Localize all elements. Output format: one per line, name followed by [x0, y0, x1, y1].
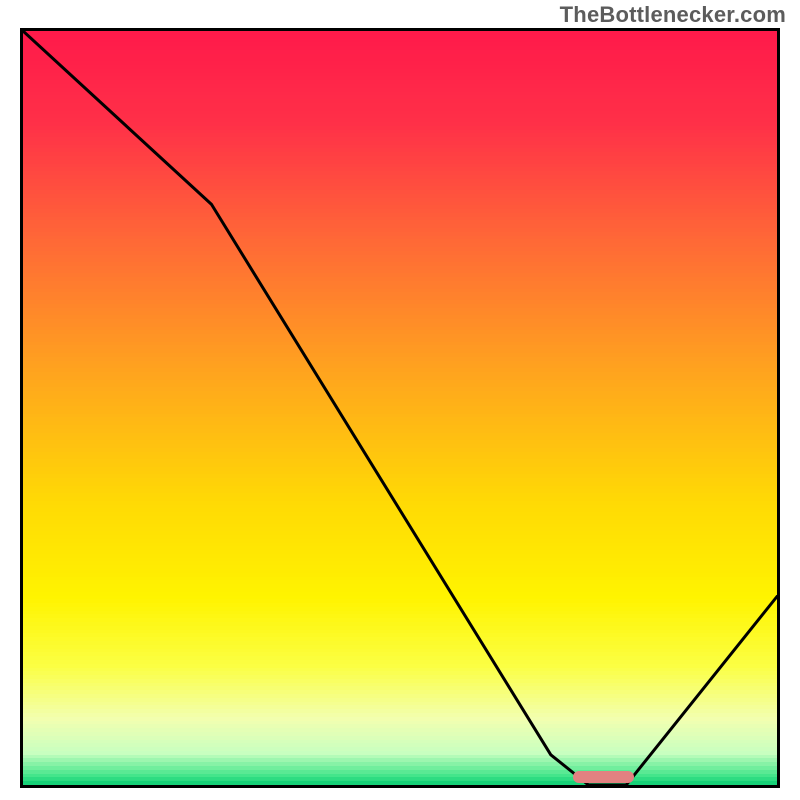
plot-frame	[20, 28, 780, 788]
chart-container: TheBottlenecker.com	[0, 0, 800, 800]
plot-area	[23, 31, 777, 785]
bottleneck-curve	[23, 31, 777, 785]
watermark-text: TheBottlenecker.com	[560, 2, 786, 28]
optimal-marker	[573, 771, 633, 783]
gradient-band	[23, 785, 777, 788]
